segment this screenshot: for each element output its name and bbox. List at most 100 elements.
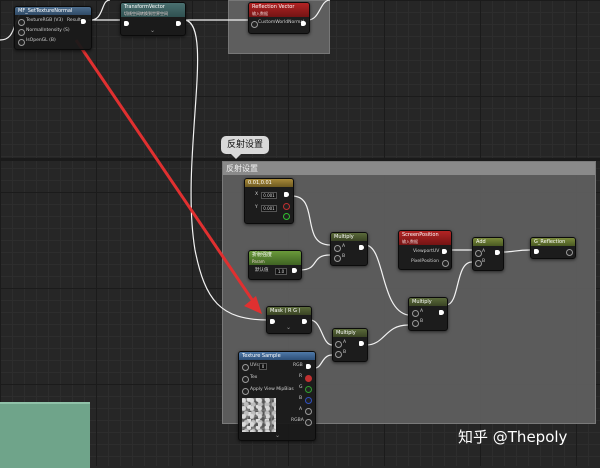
row-label: CustomWorldNormal: [258, 20, 305, 25]
node-add[interactable]: Add A B: [472, 237, 504, 271]
node-uv-offset[interactable]: 0.01,0.01 X 0.001 Y 0.001: [244, 178, 294, 224]
pin-icon[interactable]: [18, 39, 25, 46]
exec-pin-icon[interactable]: [176, 21, 181, 26]
exec-pin-icon[interactable]: [359, 341, 364, 346]
pin-icon[interactable]: [475, 260, 482, 267]
node-multiply-3[interactable]: Multiply A B: [332, 328, 368, 362]
pin-icon[interactable]: [412, 310, 419, 317]
node-title-block: Reflection Vector 输入数据: [249, 3, 309, 17]
exec-pin-icon[interactable]: [359, 245, 364, 250]
node-title: Mask ( R G ): [267, 307, 311, 315]
output-g-label: G: [299, 385, 303, 390]
exec-pin-icon[interactable]: [124, 21, 129, 26]
pin-icon[interactable]: [334, 255, 341, 262]
input-a-label: A: [482, 249, 486, 254]
pin-icon[interactable]: [335, 351, 342, 358]
node-subtitle: 输入数据: [402, 239, 418, 244]
node-reflect-strength[interactable]: 折射强度 Param 默认值 1.0: [248, 250, 302, 280]
node-multiply-2[interactable]: Multiply A B: [408, 297, 448, 331]
node-title: Multiply: [331, 233, 367, 241]
exec-pin-icon[interactable]: [306, 364, 311, 369]
chevron-down-icon[interactable]: ⌄: [275, 432, 280, 439]
node-title: Reflection Vector: [252, 4, 295, 10]
exec-pin-icon[interactable]: [439, 310, 444, 315]
uvs-label: UVs: [250, 363, 259, 368]
pin-icon[interactable]: [242, 388, 249, 395]
wire: [314, 354, 333, 369]
wire: [501, 249, 531, 253]
pin-icon[interactable]: [442, 260, 449, 267]
node-transform-vector[interactable]: TransformVector 切线空间转换到世界空间 ⌄: [120, 2, 186, 36]
node-title: 0.01,0.01: [245, 179, 293, 187]
input-b-label: B: [343, 350, 347, 355]
exec-pin-icon[interactable]: [284, 192, 289, 197]
red-arrow-head: [244, 296, 262, 314]
exec-pin-icon[interactable]: [292, 268, 297, 273]
output-rgba-label: RGBA: [291, 418, 304, 423]
pin-icon[interactable]: [18, 29, 25, 36]
y-label: Y: [255, 205, 258, 210]
pin-icon[interactable]: [305, 386, 312, 393]
node-screen-position[interactable]: ScreenPosition 输入数据 ViewportUV PixelPosi…: [398, 230, 452, 270]
input-intensity-label: NormalIntensity (S): [26, 28, 70, 33]
node-reflection-output[interactable]: G_Reflection: [530, 237, 576, 259]
node-title: TransformVector: [124, 4, 165, 10]
tex-label: Tex: [250, 375, 258, 380]
uvs-value-input[interactable]: 0: [259, 363, 267, 370]
node-title: Multiply: [409, 298, 447, 306]
exec-pin-icon[interactable]: [301, 21, 306, 26]
node-title: Texture Sample: [239, 352, 315, 360]
output-pixel-label: PixelPosition: [411, 259, 439, 264]
node-title-block: 折射强度 Param: [249, 251, 301, 265]
node-set-texture-normal[interactable]: MF_SetTextureNormal TextureRGB (V3) Norm…: [14, 6, 92, 50]
pin-icon[interactable]: [283, 203, 290, 210]
default-value-input[interactable]: 1.0: [275, 268, 287, 275]
exec-pin-icon[interactable]: [302, 319, 307, 324]
pin-icon[interactable]: [242, 364, 249, 371]
node-title-block: ScreenPosition 输入数据: [399, 231, 451, 245]
pin-icon[interactable]: [305, 419, 312, 426]
exec-pin-icon[interactable]: [270, 319, 275, 324]
exec-pin-icon[interactable]: [534, 249, 539, 254]
node-mask[interactable]: Mask ( R G ) ⌄: [266, 306, 312, 334]
input-a-label: A: [342, 244, 346, 249]
output-rgb-label: RGB: [293, 363, 303, 368]
pin-icon[interactable]: [412, 320, 419, 327]
node-reflection-vector[interactable]: Reflection Vector 输入数据 CustomWorldNormal: [248, 2, 310, 34]
input-b-label: B: [420, 319, 424, 324]
pin-icon[interactable]: [283, 213, 290, 220]
node-texture-sample[interactable]: Texture Sample UVs 0 Tex Apply View MipB…: [238, 351, 316, 441]
chevron-down-icon[interactable]: ⌄: [150, 27, 155, 34]
pin-icon[interactable]: [305, 408, 312, 415]
input-opengl-label: IsOpenGL (B): [26, 38, 56, 43]
pin-icon[interactable]: [305, 397, 312, 404]
default-value-label: 默认值: [255, 268, 269, 273]
exec-pin-icon[interactable]: [495, 250, 500, 255]
pin-icon[interactable]: [475, 250, 482, 257]
wire: [299, 254, 331, 271]
pin-icon[interactable]: [305, 375, 312, 382]
y-value-input[interactable]: 0.001: [261, 205, 277, 212]
wire: [291, 195, 331, 246]
pin-icon[interactable]: [335, 341, 342, 348]
node-subtitle: Param: [252, 259, 265, 264]
pin-icon[interactable]: [566, 249, 573, 256]
red-arrow: [74, 39, 257, 305]
pin-icon[interactable]: [18, 19, 25, 26]
node-title: 折射强度: [252, 252, 273, 258]
exec-pin-icon[interactable]: [442, 249, 447, 254]
input-b-label: B: [482, 259, 486, 264]
node-multiply-1[interactable]: Multiply A B: [330, 232, 368, 266]
x-value-input[interactable]: 0.001: [261, 192, 277, 199]
x-label: X: [255, 192, 259, 197]
wire: [309, 319, 333, 346]
pin-icon[interactable]: [334, 245, 341, 252]
chevron-down-icon[interactable]: ⌄: [286, 324, 291, 331]
pin-icon[interactable]: [251, 21, 258, 28]
output-a-label: A: [299, 407, 303, 412]
exec-pin-icon[interactable]: [81, 19, 86, 24]
pin-icon[interactable]: [242, 376, 249, 383]
node-title: Add: [473, 238, 503, 246]
node-title: ScreenPosition: [402, 232, 439, 238]
node-title: G_Reflection: [531, 238, 575, 246]
